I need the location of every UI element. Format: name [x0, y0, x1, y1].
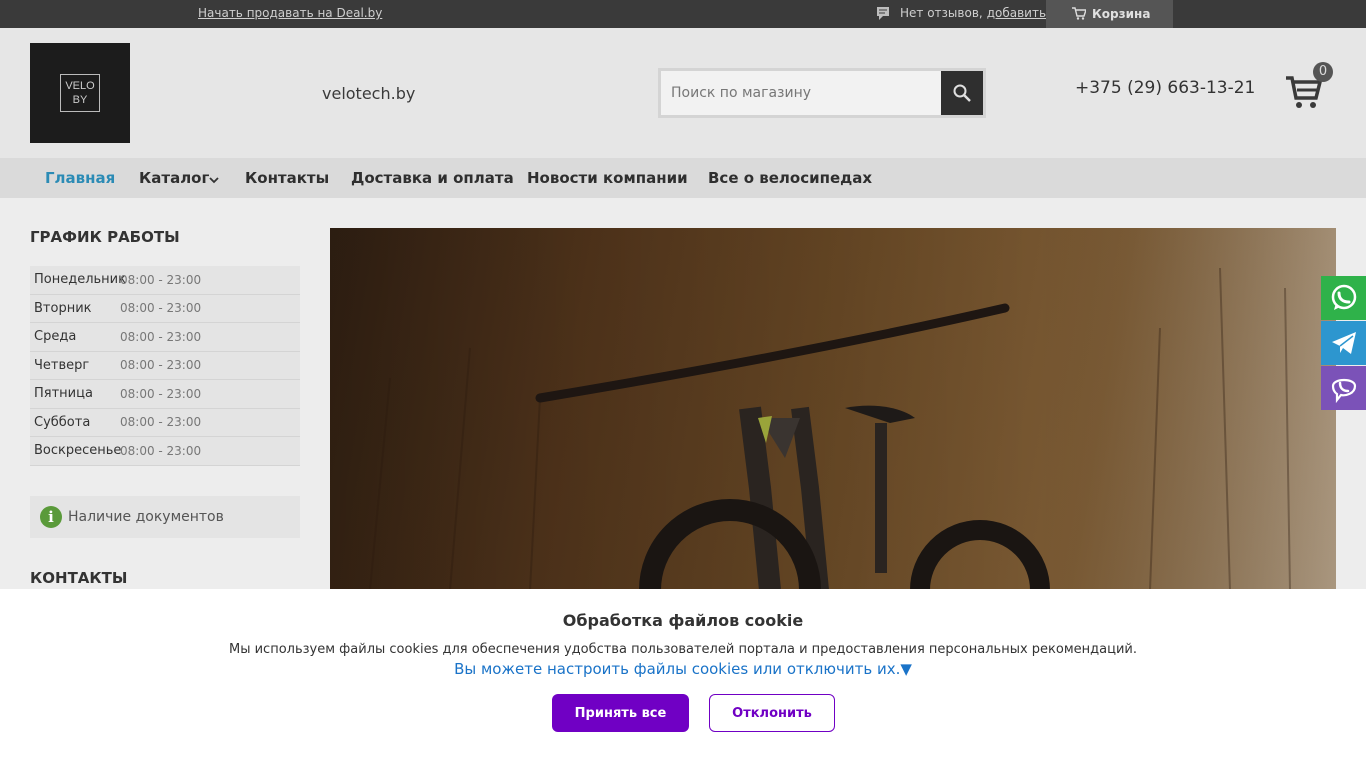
info-icon: i [40, 506, 62, 528]
phone-number[interactable]: +375 (29) 663-13-21 [1075, 78, 1255, 98]
viber-icon [1331, 378, 1356, 403]
logo-text-line1: VELO [65, 80, 95, 92]
schedule-time: 08:00 - 23:00 [120, 272, 202, 287]
schedule-day: Воскресенье [34, 443, 122, 459]
schedule-row: Вторник 08:00 - 23:00 [30, 294, 300, 323]
schedule-row: Суббота 08:00 - 23:00 [30, 408, 300, 437]
accept-all-button[interactable]: Принять все [552, 694, 689, 732]
search-button[interactable] [941, 71, 983, 115]
chevron-down-icon[interactable] [209, 175, 219, 185]
nav-item-contacts[interactable]: Контакты [245, 169, 329, 187]
search-box [658, 68, 986, 118]
viber-button[interactable] [1321, 366, 1366, 410]
schedule-time: 08:00 - 23:00 [120, 415, 202, 430]
telegram-icon [1331, 332, 1356, 354]
search-input[interactable] [661, 71, 941, 115]
start-selling-link[interactable]: Начать продавать на Deal.by [198, 6, 382, 20]
whatsapp-icon [1331, 284, 1356, 310]
schedule-day: Суббота [34, 414, 91, 430]
schedule-day: Понедельник [34, 272, 126, 288]
header: VELO BY velotech.by +375 (29) 663-13-21 … [0, 28, 1366, 158]
reviews-text: Нет отзывов, [900, 6, 983, 20]
nav-item-delivery[interactable]: Доставка и оплата [351, 169, 514, 187]
decline-button[interactable]: Отклонить [709, 694, 835, 732]
cart-count-badge: 0 [1313, 62, 1333, 82]
schedule-time: 08:00 - 23:00 [120, 301, 202, 316]
hero-banner-image[interactable] [330, 228, 1336, 590]
header-cart[interactable]: 0 [1285, 62, 1333, 112]
nav-item-catalog[interactable]: Каталог [139, 169, 209, 187]
schedule-row: Среда 08:00 - 23:00 [30, 323, 300, 352]
schedule-row: Воскресенье 08:00 - 23:00 [30, 437, 300, 466]
schedule-row: Понедельник 08:00 - 23:00 [30, 266, 300, 295]
schedule-table: Понедельник 08:00 - 23:00 Вторник 08:00 - … [30, 266, 300, 466]
schedule-time: 08:00 - 23:00 [120, 443, 202, 458]
documents-label: Наличие документов [68, 509, 224, 525]
logo-mark: VELO BY [60, 74, 100, 112]
schedule-time: 08:00 - 23:00 [120, 329, 202, 344]
add-review-link[interactable]: добавить [987, 6, 1046, 20]
bicycle-photo [330, 228, 1336, 590]
comment-icon [877, 7, 889, 20]
site-logo[interactable]: VELO BY [30, 43, 130, 143]
schedule-row: Пятница 08:00 - 23:00 [30, 380, 300, 409]
schedule-day: Среда [34, 329, 77, 345]
topbar-cart-button[interactable]: Корзина [1046, 0, 1173, 28]
cookie-title: Обработка файлов cookie [562, 611, 804, 630]
reviews-info: Нет отзывов, добавить [876, 6, 1046, 20]
search-icon [953, 84, 971, 102]
cookie-description: Мы используем файлы cookies для обеспече… [228, 642, 1137, 657]
main-nav: Главная Каталог Контакты Доставка и опла… [0, 158, 1366, 198]
cookie-settings-link[interactable]: Вы можете настроить файлы cookies или от… [0, 660, 1366, 678]
schedule-row: Четверг 08:00 - 23:00 [30, 351, 300, 380]
schedule-day: Пятница [34, 386, 93, 402]
nav-item-home[interactable]: Главная [45, 169, 115, 187]
cart-label: Корзина [1092, 7, 1151, 21]
schedule-day: Вторник [34, 300, 92, 316]
whatsapp-button[interactable] [1321, 276, 1366, 320]
cookie-banner: Обработка файлов cookie Мы используем фа… [0, 589, 1366, 768]
top-bar: Начать продавать на Deal.by Нет отзывов,… [0, 0, 1366, 28]
logo-text-line2: BY [72, 94, 88, 106]
schedule-day: Четверг [34, 357, 90, 373]
schedule-title: ГРАФИК РАБОТЫ [30, 228, 180, 246]
cart-icon [1072, 7, 1086, 20]
documents-link[interactable]: i Наличие документов [30, 496, 300, 538]
nav-item-news[interactable]: Новости компании [527, 169, 688, 187]
site-name: velotech.by [322, 84, 416, 103]
telegram-button[interactable] [1321, 321, 1366, 365]
nav-item-about-bikes[interactable]: Все о велосипедах [708, 169, 872, 187]
schedule-time: 08:00 - 23:00 [120, 386, 202, 401]
contacts-title: КОНТАКТЫ [30, 569, 128, 587]
schedule-time: 08:00 - 23:00 [120, 358, 202, 373]
